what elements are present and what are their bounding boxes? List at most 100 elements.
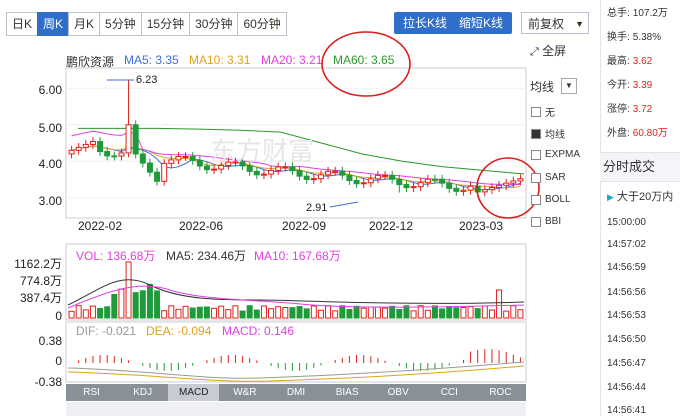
candle-body [353,179,360,185]
volume-bar [82,309,89,319]
volume-bar [474,308,481,319]
indicator-select-value: 均线 [530,80,555,94]
x-tick: 2023-03 [459,219,503,233]
volume-bar [104,306,111,319]
tab-cci[interactable]: CCI [424,384,475,401]
candle-body [424,178,431,184]
candle-body [168,159,175,164]
low-annotation: 2.91 [306,202,327,214]
checkbox[interactable] [531,149,541,160]
candle-body [253,170,260,176]
candle-body [161,162,168,182]
candle-body [389,174,396,180]
candle-body [446,182,453,189]
candle-body [310,178,317,181]
candle-body [403,184,410,189]
volume-bar [424,309,431,319]
indicator-option-expma[interactable]: EXPMA [531,149,580,160]
volume-bar [325,305,332,319]
candle-body [439,178,446,184]
volume-bar [68,310,75,319]
dea-line [67,365,525,382]
candle-body [89,141,96,145]
summary-volume: 总手: 107.2万 [607,8,668,19]
volume-bar [446,306,453,319]
volume-bar [317,309,324,319]
volume-bar [339,305,346,319]
time-scrollbar[interactable] [66,402,526,416]
vol-tick: 0 [55,309,62,323]
volume-bar [353,305,360,319]
volume-bar [253,309,260,319]
candle-body [453,187,460,192]
volume-bar [289,307,296,319]
indicator-option-boll[interactable]: BOLL [531,194,571,205]
tab-macd[interactable]: MACD [168,384,220,401]
tab-rsi[interactable]: RSI [66,384,117,401]
checkbox[interactable] [531,106,541,117]
candle-body [218,165,225,170]
indicator-select[interactable]: 均线 ▼ [530,78,578,95]
volume-bar [132,292,139,319]
volume-bar [182,305,189,319]
highlight-circle-ma60 [321,31,411,97]
x-tick: 2022-06 [179,219,223,233]
indicator-option-sar[interactable]: SAR [531,172,566,183]
candle-body [317,174,324,180]
volume-bar [460,306,467,319]
candle-body [510,180,517,184]
candle-body [75,146,82,151]
candle-body [360,182,367,185]
checkbox[interactable] [531,172,541,183]
candle-body [289,166,296,172]
candle-body [175,156,182,161]
volume-bar [168,305,175,319]
indicator-option-none[interactable]: 无 [531,104,555,119]
candle-body [268,169,275,175]
trade-time: 14:56:53 [607,310,646,321]
volume-bar [517,309,524,319]
candle-body [431,178,438,181]
candle-body [481,189,488,193]
checkbox[interactable] [531,128,541,139]
candle-body [211,168,218,171]
vol-ma5-legend: MA5: 234.46万 [166,249,247,263]
tab-bias[interactable]: BIAS [322,384,373,401]
indicator-option-bbi[interactable]: BBI [531,216,561,227]
candle-body [196,159,203,167]
watermark: 东方财富 [210,136,314,166]
trade-filter[interactable]: ▶ 大于20万内 [607,188,673,204]
volume-bar [111,293,118,319]
volume-bar [275,306,282,319]
summary-outer: 外盘: 60.80万 [607,128,668,139]
summary-high: 最高: 3.62 [607,56,653,67]
x-tick: 2022-12 [369,219,413,233]
tab-dmi[interactable]: DMI [270,384,321,401]
indicator-tabs: RSI KDJ MACD W&R DMI BIAS OBV CCI ROC [66,384,526,401]
candle-body [396,178,403,186]
trade-time: 15:00:00 [607,217,646,228]
trade-time: 14:56:41 [607,405,646,416]
checkbox[interactable] [531,194,541,205]
x-tick: 2022-09 [282,219,326,233]
tab-obv[interactable]: OBV [373,384,424,401]
candle-body [275,166,282,171]
trade-time: 14:56:47 [607,358,646,369]
vol-legend: VOL: 136.68万 [76,249,156,263]
volume-bar [125,261,132,319]
option-label: EXPMA [545,149,581,160]
dif-legend: DIF: -0.021 [76,324,137,338]
candle-body [460,189,467,192]
x-tick: 2022-02 [78,219,122,233]
volume-bar [332,310,339,319]
tab-kdj[interactable]: KDJ [117,384,168,401]
candle-body [154,171,161,182]
tab-wr[interactable]: W&R [219,384,270,401]
volume-bar [189,307,196,319]
volume-bar [203,306,210,319]
tab-roc[interactable]: ROC [475,384,526,401]
candle-body [203,165,210,171]
candle-body [382,174,389,177]
indicator-option-ma[interactable]: 均线 [531,126,565,141]
checkbox[interactable] [531,216,541,227]
